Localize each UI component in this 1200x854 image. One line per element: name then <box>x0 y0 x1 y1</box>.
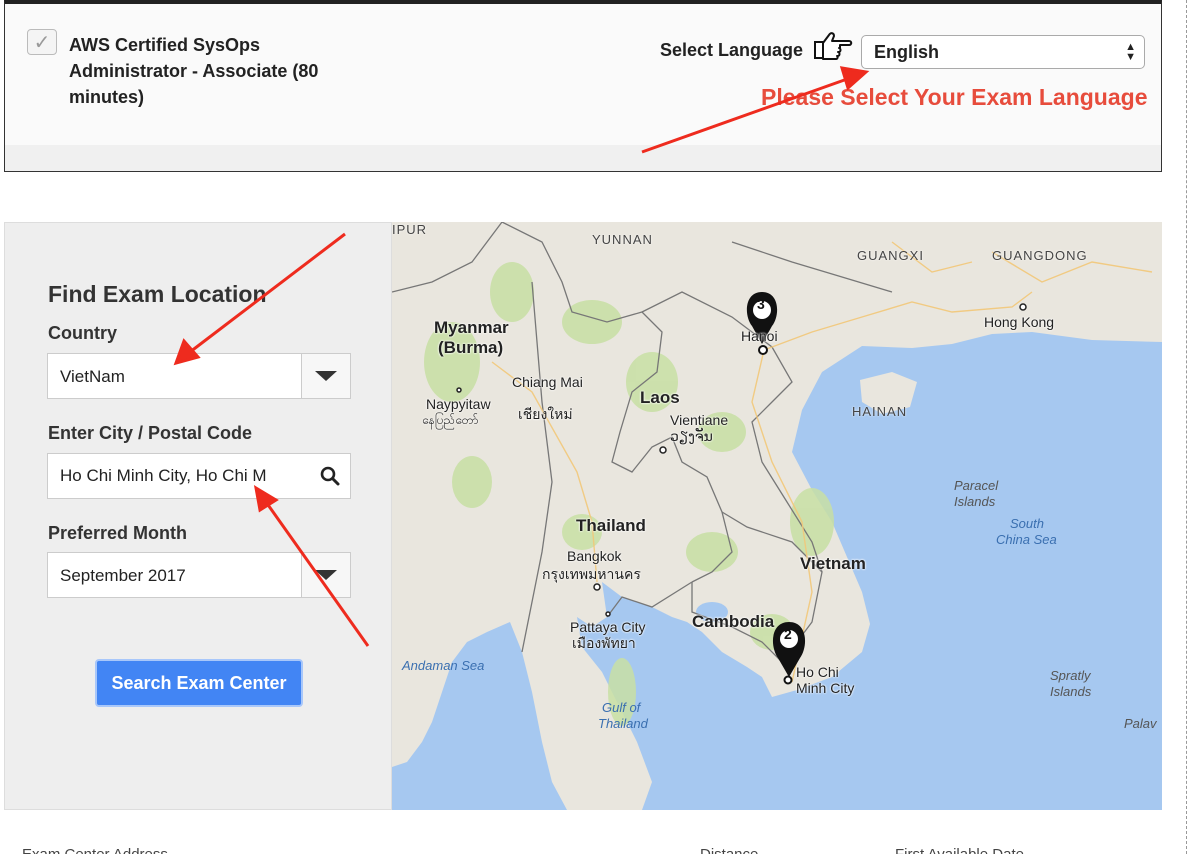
select-language-label: Select Language <box>660 40 804 60</box>
country-select[interactable]: VietNam <box>47 353 351 399</box>
city-label: Enter City / Postal Code <box>48 423 253 443</box>
region-label: HAINAN <box>852 404 908 419</box>
column-header-distance[interactable]: Distance <box>700 846 758 854</box>
city-label: Ho Chi <box>796 664 839 680</box>
find-location-panel: Find Exam Location Country VietNam Enter… <box>4 222 392 810</box>
exam-name: AWS Certified SysOps Administrator - Ass… <box>69 35 319 107</box>
country-label: Country <box>48 323 117 343</box>
country-label: Myanmar <box>434 318 509 337</box>
city-label: Hanoi <box>741 328 778 344</box>
month-label: Preferred Month <box>48 523 188 543</box>
city-label: Naypyitaw <box>426 396 491 412</box>
find-location-title: Find Exam Location <box>48 281 267 307</box>
country-label: Cambodia <box>692 612 775 631</box>
sea-label: Gulf of <box>602 700 641 715</box>
city-input[interactable] <box>60 454 300 498</box>
country-label: Thailand <box>576 516 646 535</box>
city-label: Minh City <box>796 680 855 696</box>
city-label: နေပြည်တော် <box>422 413 479 427</box>
language-select-value: English <box>874 42 940 62</box>
column-header-address[interactable]: Exam Center Address <box>22 846 168 854</box>
country-select-value: VietNam <box>60 367 125 386</box>
region-label: GUANGXI <box>857 248 924 263</box>
search-exam-center-button[interactable]: Search Exam Center <box>95 659 303 707</box>
sea-label: Spratly <box>1050 668 1091 683</box>
region-label: IPUR <box>392 222 428 237</box>
sea-label: Islands <box>1050 684 1092 699</box>
city-label: Chiang Mai <box>512 374 583 390</box>
language-note: Please Select Your Exam Language <box>761 84 1148 110</box>
region-label: GUANGDONG <box>992 248 1088 263</box>
country-dropdown-button[interactable] <box>301 354 350 398</box>
country-label: Laos <box>640 388 680 407</box>
city-label: Vientiane <box>670 412 729 428</box>
region-label: YUNNAN <box>592 232 653 247</box>
exam-checkbox[interactable]: ✓ <box>27 29 57 55</box>
marker-3-number: 3 <box>757 296 765 312</box>
country-label: Vietnam <box>800 554 866 573</box>
pointing-hand-icon <box>814 32 853 60</box>
page-divider <box>1186 0 1187 854</box>
city-label: ວຽງຈັນ <box>670 428 713 444</box>
marker-2-number: 2 <box>784 626 792 642</box>
month-select-value: September 2017 <box>60 566 186 585</box>
sea-label: Andaman Sea <box>402 658 485 673</box>
city-field[interactable] <box>47 453 351 499</box>
city-label: Bangkok <box>567 548 622 564</box>
sea-label: Thailand <box>598 716 648 731</box>
month-select[interactable]: September 2017 <box>47 552 351 598</box>
search-icon[interactable] <box>320 466 340 486</box>
results-table-header: Exam Center Address Distance First Avail… <box>0 840 1186 854</box>
map-canvas <box>392 222 1162 810</box>
country-label: (Burma) <box>438 338 504 357</box>
exam-panel-footer <box>5 145 1161 171</box>
exam-panel: ✓ AWS Certified SysOps Administrator - A… <box>4 0 1162 172</box>
column-header-date[interactable]: First Available Date <box>895 846 1024 854</box>
sea-label: Islands <box>954 494 996 509</box>
month-dropdown-button[interactable] <box>301 553 350 597</box>
chevron-down-icon <box>315 570 337 580</box>
map[interactable]: 3 2 IPUR YUNNAN GUANGXI GUANGDONG HAINAN… <box>392 222 1162 810</box>
language-select[interactable]: English ▲ ▼ <box>861 35 1145 69</box>
city-label: เชียงใหม่ <box>518 406 573 422</box>
city-label: Hong Kong <box>984 314 1055 330</box>
city-label: กรุงเทพมหานคร <box>542 566 641 582</box>
city-label: เมืองพัทยา <box>572 635 636 651</box>
sea-label: South <box>1010 516 1044 531</box>
sea-label: China Sea <box>996 532 1057 547</box>
chevron-down-icon <box>315 371 337 381</box>
sea-label: Palav <box>1124 716 1157 731</box>
updown-arrows-icon: ▲ ▼ <box>1125 41 1136 63</box>
sea-label: Paracel <box>954 478 999 493</box>
check-icon: ✓ <box>33 31 51 54</box>
